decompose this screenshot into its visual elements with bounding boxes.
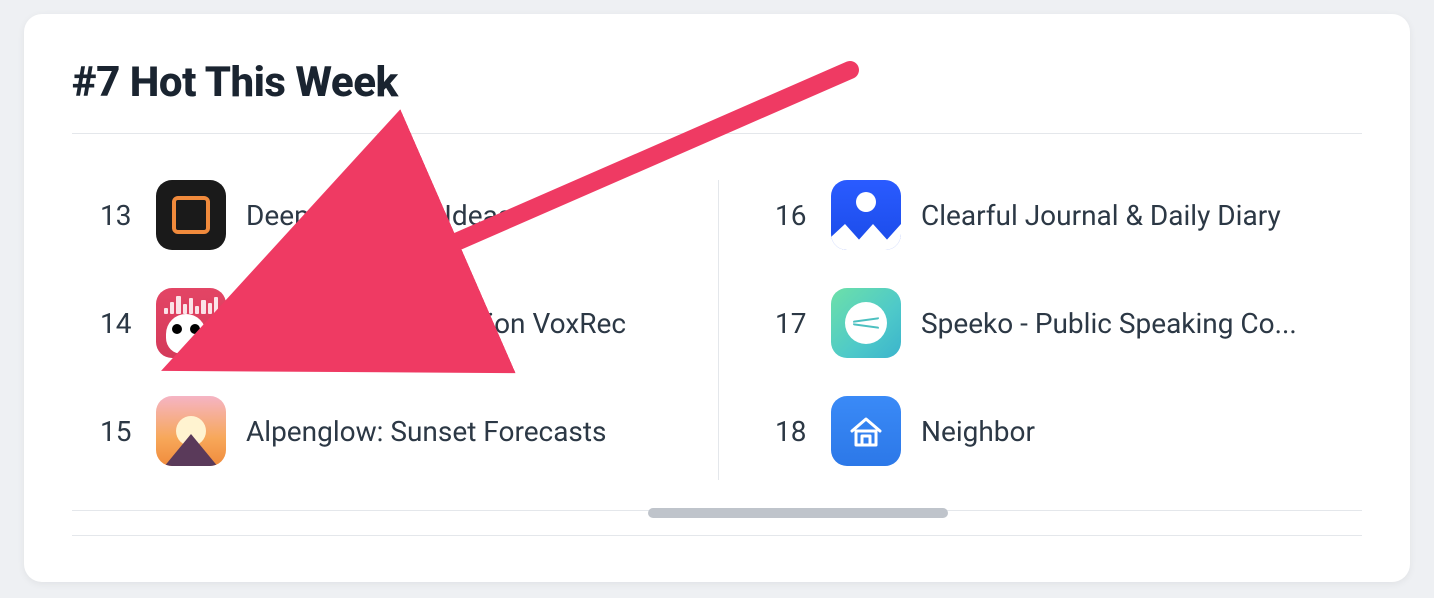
app-name: Clearful Journal & Daily Diary xyxy=(921,199,1281,232)
app-name: Speeko - Public Speaking Co... xyxy=(921,307,1297,340)
app-rank: 17 xyxy=(775,307,811,340)
app-name: Voice to Text Dictation VoxRec xyxy=(246,307,626,340)
app-list-col-left: 13 Deepstash: Key Ideas 14 Voice to Text… xyxy=(100,180,718,480)
hot-this-week-card: #7 Hot This Week 13 Deepstash: Key Ideas… xyxy=(24,14,1410,582)
alpenglow-icon xyxy=(156,396,226,466)
app-row-deepstash[interactable]: 13 Deepstash: Key Ideas xyxy=(100,180,718,250)
voxrec-icon xyxy=(156,288,226,358)
clearful-icon xyxy=(831,180,901,250)
app-row-clearful[interactable]: 16 Clearful Journal & Daily Diary xyxy=(775,180,1355,250)
app-name: Alpenglow: Sunset Forecasts xyxy=(246,415,607,448)
app-row-neighbor[interactable]: 18 Neighbor xyxy=(775,396,1355,466)
app-rank: 13 xyxy=(100,199,136,232)
divider-top xyxy=(72,133,1362,134)
app-list-col-right: 16 Clearful Journal & Daily Diary 17 Spe… xyxy=(719,180,1355,480)
deepstash-icon xyxy=(156,180,226,250)
app-rank: 15 xyxy=(100,415,136,448)
app-rank: 18 xyxy=(775,415,811,448)
app-list: 13 Deepstash: Key Ideas 14 Voice to Text… xyxy=(72,180,1362,480)
neighbor-icon xyxy=(831,396,901,466)
app-row-alpenglow[interactable]: 15 Alpenglow: Sunset Forecasts xyxy=(100,396,718,466)
app-name: Neighbor xyxy=(921,415,1035,448)
horizontal-scrollbar[interactable] xyxy=(648,508,948,518)
app-rank: 16 xyxy=(775,199,811,232)
app-row-voxrec[interactable]: 14 Voice to Text Dictation VoxRec xyxy=(100,288,718,358)
section-title: #7 Hot This Week xyxy=(72,58,1362,107)
app-row-speeko[interactable]: 17 Speeko - Public Speaking Co... xyxy=(775,288,1355,358)
speeko-icon xyxy=(831,288,901,358)
app-rank: 14 xyxy=(100,307,136,340)
app-name: Deepstash: Key Ideas xyxy=(246,199,512,232)
divider-bottom-2 xyxy=(72,535,1362,536)
